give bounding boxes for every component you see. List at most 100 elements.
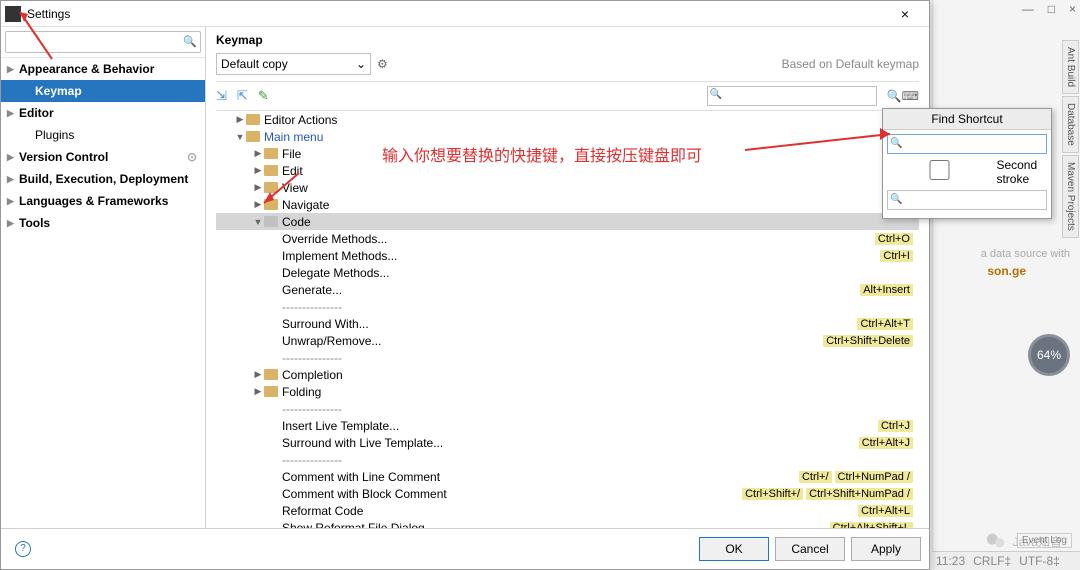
tree-action[interactable]: Surround With...Ctrl+Alt+T xyxy=(216,315,919,332)
chevron-right-icon: ▶ xyxy=(7,196,19,207)
tree-folder[interactable]: ▶File xyxy=(216,145,919,162)
tree-arrow-icon: ▶ xyxy=(252,386,264,397)
shortcut-badge: Ctrl+Alt+T xyxy=(857,318,913,330)
tree-action[interactable]: --------------- xyxy=(216,298,919,315)
tree-folder[interactable]: ▶Edit xyxy=(216,162,919,179)
chevron-right-icon: ▶ xyxy=(7,64,19,75)
edit-icon[interactable]: ✎ xyxy=(258,88,269,104)
sidebar-item-plugins[interactable]: Plugins xyxy=(1,124,205,146)
sidebar-item-keymap[interactable]: Keymap xyxy=(1,80,205,102)
tree-folder[interactable]: ▶Folding xyxy=(216,383,919,400)
tab-database[interactable]: Database xyxy=(1062,96,1079,153)
folder-icon xyxy=(246,131,260,142)
event-log-button[interactable]: Event Log xyxy=(1017,533,1072,548)
tree-action[interactable]: Comment with Block CommentCtrl+Shift+/Ct… xyxy=(216,485,919,502)
sidebar-item-languages-frameworks[interactable]: ▶Languages & Frameworks xyxy=(1,190,205,212)
help-button[interactable]: ? xyxy=(15,541,31,557)
folder-icon xyxy=(264,182,278,193)
tree-folder[interactable]: ▶Navigate xyxy=(216,196,919,213)
tree-action[interactable]: Reformat CodeCtrl+Alt+L xyxy=(216,502,919,519)
search-icon: 🔍 xyxy=(710,89,722,100)
maximize-icon[interactable]: □ xyxy=(1048,2,1055,16)
add-data-source-hint: a data source with xyxy=(981,248,1070,260)
sidebar-item-editor[interactable]: ▶Editor xyxy=(1,102,205,124)
keymap-select[interactable]: Default copy ⌄ xyxy=(216,53,371,75)
keymap-toolbar: ⇲ ⇱ ✎ 🔍 🔍⌨ xyxy=(216,81,919,111)
settings-dialog: Settings × 🔍 ▶Appearance & BehaviorKeyma… xyxy=(0,0,930,570)
sidebar-item-version-control[interactable]: ▶Version Control⊙ xyxy=(1,146,205,168)
tree-action[interactable]: Delegate Methods... xyxy=(216,264,919,281)
window-controls: — □ × xyxy=(1022,2,1076,16)
collapse-all-icon[interactable]: ⇱ xyxy=(237,88,248,104)
tree-action[interactable]: Show Reformat File DialogCtrl+Alt+Shift+… xyxy=(216,519,919,528)
minimize-icon[interactable]: — xyxy=(1022,2,1034,16)
tree-action[interactable]: --------------- xyxy=(216,400,919,417)
second-stroke-checkbox[interactable] xyxy=(887,160,992,180)
shortcut-badge: Ctrl+/ xyxy=(799,471,832,483)
tree-action[interactable]: Unwrap/Remove...Ctrl+Shift+Delete xyxy=(216,332,919,349)
chevron-right-icon: ▶ xyxy=(7,152,19,163)
cancel-button[interactable]: Cancel xyxy=(775,537,845,561)
tree-action[interactable]: Surround with Live Template...Ctrl+Alt+J xyxy=(216,434,919,451)
progress-circle: 64% xyxy=(1028,334,1070,376)
tree-action[interactable]: Insert Live Template...Ctrl+J xyxy=(216,417,919,434)
keymap-panel: Keymap Default copy ⌄ ⚙ Based on Default… xyxy=(206,27,929,528)
find-shortcut-icon[interactable]: 🔍⌨ xyxy=(887,89,919,103)
tree-arrow-icon: ▶ xyxy=(252,182,264,193)
shortcut-input[interactable] xyxy=(887,134,1047,154)
second-stroke-input[interactable] xyxy=(887,190,1047,210)
second-stroke-row[interactable]: Second stroke xyxy=(887,158,1047,186)
tree-action[interactable]: Override Methods...Ctrl+O xyxy=(216,230,919,247)
shortcut-badge: Ctrl+Alt+J xyxy=(859,437,913,449)
expand-all-icon[interactable]: ⇲ xyxy=(216,88,227,104)
search-icon: 🔍 xyxy=(890,194,902,205)
shortcut-badge: Ctrl+Shift+/ xyxy=(742,488,803,500)
close-button[interactable]: × xyxy=(885,6,925,22)
tree-arrow-icon: ▶ xyxy=(234,114,246,125)
search-icon: 🔍 xyxy=(183,35,197,48)
modified-icon: ⊙ xyxy=(187,150,197,164)
tree-folder[interactable]: ▼Main menu xyxy=(216,128,919,145)
ok-button[interactable]: OK xyxy=(699,537,769,561)
folder-icon xyxy=(264,148,278,159)
settings-nav: ▶Appearance & BehaviorKeymap▶EditorPlugi… xyxy=(1,58,205,528)
keymap-tree[interactable]: ▶Editor Actions▼Main menu▶File▶Edit▶View… xyxy=(216,111,919,528)
shortcut-badge: Alt+Insert xyxy=(860,284,913,296)
tree-folder[interactable]: ▶Editor Actions xyxy=(216,111,919,128)
settings-sidebar: 🔍 ▶Appearance & BehaviorKeymap▶EditorPlu… xyxy=(1,27,206,528)
chevron-right-icon: ▶ xyxy=(7,108,19,119)
tree-action[interactable]: Comment with Line CommentCtrl+/Ctrl+NumP… xyxy=(216,468,919,485)
tree-action[interactable]: --------------- xyxy=(216,349,919,366)
tree-action[interactable]: Generate...Alt+Insert xyxy=(216,281,919,298)
shortcut-badge: Ctrl+Shift+NumPad / xyxy=(806,488,913,500)
sidebar-item-build-execution-deployment[interactable]: ▶Build, Execution, Deployment xyxy=(1,168,205,190)
close-icon[interactable]: × xyxy=(1069,2,1076,16)
tree-action[interactable]: --------------- xyxy=(216,451,919,468)
keymap-gear-icon[interactable]: ⚙ xyxy=(377,57,388,71)
sidebar-item-appearance-behavior[interactable]: ▶Appearance & Behavior xyxy=(1,58,205,80)
tab-ant-build[interactable]: Ant Build xyxy=(1062,40,1079,94)
find-shortcut-popup: Find Shortcut 🔍 Second stroke 🔍 xyxy=(882,108,1052,219)
based-on-label: Based on Default keymap xyxy=(782,57,919,71)
shortcut-badge: Ctrl+O xyxy=(875,233,913,245)
tree-folder[interactable]: ▶Completion xyxy=(216,366,919,383)
tree-arrow-icon: ▶ xyxy=(252,369,264,380)
shortcut-badge: Ctrl+NumPad / xyxy=(835,471,913,483)
folder-icon xyxy=(264,216,278,227)
tree-folder[interactable]: ▼Code xyxy=(216,213,919,230)
tab-maven[interactable]: Maven Projects xyxy=(1062,155,1079,238)
sidebar-item-tools[interactable]: ▶Tools xyxy=(1,212,205,234)
tree-arrow-icon: ▼ xyxy=(234,132,246,142)
action-search-input[interactable] xyxy=(707,86,877,106)
status-bar: 11:23 CRLF‡ UTF-8‡ xyxy=(932,551,1080,570)
tree-action[interactable]: Implement Methods...Ctrl+I xyxy=(216,247,919,264)
tree-folder[interactable]: ▶View xyxy=(216,179,919,196)
folder-icon xyxy=(264,386,278,397)
chevron-down-icon: ⌄ xyxy=(356,57,366,71)
panel-title: Keymap xyxy=(216,33,919,47)
ide-background xyxy=(932,0,1080,570)
folder-icon xyxy=(264,165,278,176)
code-snippet: son.ge xyxy=(987,264,1026,278)
apply-button[interactable]: Apply xyxy=(851,537,921,561)
settings-search-input[interactable] xyxy=(5,31,201,53)
